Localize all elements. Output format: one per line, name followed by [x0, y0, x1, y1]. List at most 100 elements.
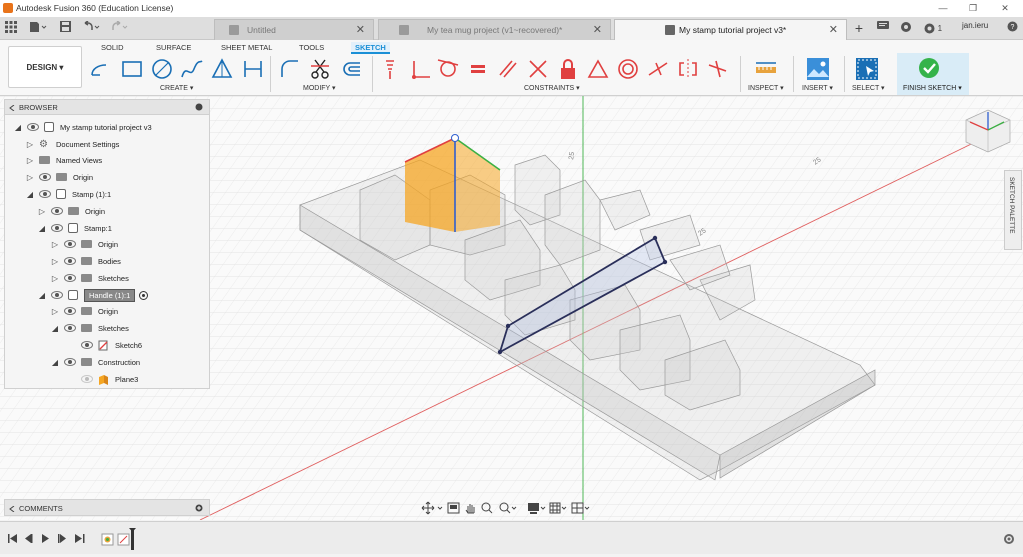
visibility-eye-icon[interactable]: [39, 190, 51, 198]
collapsed-icon[interactable]: ▷: [38, 207, 46, 216]
equal-icon[interactable]: [466, 57, 490, 81]
refresh-icon[interactable]: [899, 21, 913, 36]
select-icon[interactable]: [855, 57, 879, 81]
line-icon[interactable]: [89, 57, 113, 81]
constraints-menu[interactable]: CONSTRAINTS ▾: [524, 84, 580, 92]
expanded-icon[interactable]: ◢: [51, 358, 59, 367]
sketch-palette-tab[interactable]: SKETCH PALETTE: [1004, 170, 1022, 250]
step-back-icon[interactable]: [25, 534, 33, 543]
collapsed-icon[interactable]: ▷: [26, 140, 34, 149]
tree-item-origin[interactable]: ▷ Origin: [38, 203, 105, 219]
user-name[interactable]: jan.ieru: [962, 21, 988, 30]
tree-item-construction[interactable]: ◢ Construction: [51, 354, 140, 370]
expanded-icon[interactable]: ◢: [14, 123, 22, 132]
polygon-icon[interactable]: [210, 57, 234, 81]
tab-surface[interactable]: SURFACE: [156, 42, 191, 54]
minimize-button[interactable]: —: [928, 1, 958, 15]
notifications-icon[interactable]: 1: [922, 21, 944, 36]
tree-item-sketch6[interactable]: Sketch6: [76, 337, 142, 353]
tab-stamp-tutorial[interactable]: My stamp tutorial project v3* ✕: [614, 19, 847, 40]
new-tab-icon[interactable]: +: [852, 21, 866, 36]
visibility-eye-icon[interactable]: [51, 224, 63, 232]
triangle-constraint-icon[interactable]: [586, 57, 610, 81]
tree-item-sketches[interactable]: ▷ Sketches: [51, 270, 129, 286]
finish-sketch-button[interactable]: FINISH SKETCH ▾: [897, 53, 969, 95]
display-settings-icon[interactable]: [528, 503, 539, 514]
redo-icon[interactable]: [110, 20, 130, 36]
undo-icon[interactable]: [82, 20, 102, 36]
parallel-icon[interactable]: [496, 57, 520, 81]
tree-item-document-settings[interactable]: ▷ ⚙ Document Settings: [26, 136, 119, 152]
save-icon[interactable]: [58, 21, 72, 36]
trim-icon[interactable]: [308, 57, 332, 81]
grid-settings-icon[interactable]: [549, 502, 561, 514]
visibility-eye-icon[interactable]: [64, 274, 76, 282]
tab-tea-mug[interactable]: My tea mug project (v1~recovered)* ✕: [378, 19, 611, 40]
tree-item-bodies[interactable]: ▷ Bodies: [51, 253, 121, 269]
close-tab-icon[interactable]: ✕: [829, 23, 838, 36]
visibility-eye-icon[interactable]: [64, 358, 76, 366]
measure-icon[interactable]: [754, 57, 778, 81]
tangent-icon[interactable]: [436, 57, 460, 81]
visibility-eye-icon[interactable]: [64, 324, 76, 332]
tree-item-handle-component[interactable]: ◢ Handle (1):1: [38, 287, 149, 303]
spline-icon[interactable]: [180, 57, 204, 81]
collapsed-icon[interactable]: ▷: [51, 257, 59, 266]
help-icon[interactable]: ?: [1006, 21, 1018, 36]
tree-item-origin[interactable]: ▷ Origin: [51, 303, 118, 319]
visibility-eye-icon[interactable]: [51, 207, 63, 215]
perpendicular-icon[interactable]: [526, 57, 550, 81]
tree-item-named-views[interactable]: ▷ Named Views: [26, 152, 102, 168]
go-to-end-icon[interactable]: [75, 534, 85, 543]
collapsed-icon[interactable]: ▷: [51, 240, 59, 249]
viewports-icon[interactable]: [571, 502, 584, 514]
visibility-eye-icon[interactable]: [64, 307, 76, 315]
tree-item-stamp-component[interactable]: ◢ Stamp (1):1: [26, 186, 111, 202]
timeline-marker-icon[interactable]: [129, 528, 136, 550]
visibility-eye-icon[interactable]: [64, 257, 76, 265]
zoom-window-icon[interactable]: [499, 502, 511, 514]
look-at-icon[interactable]: [447, 502, 460, 514]
insert-menu[interactable]: INSERT ▾: [802, 84, 833, 92]
close-window-button[interactable]: ✕: [990, 1, 1020, 15]
step-forward-icon[interactable]: [58, 534, 66, 543]
pan-icon[interactable]: [465, 504, 475, 514]
maximize-button[interactable]: ❐: [958, 1, 988, 15]
timeline-settings-icon[interactable]: [1004, 534, 1014, 544]
collapsed-icon[interactable]: ▷: [26, 173, 34, 182]
zoom-icon[interactable]: [481, 502, 493, 514]
symmetry-icon[interactable]: [676, 57, 700, 81]
tree-item-sketches[interactable]: ◢ Sketches: [51, 320, 129, 336]
visibility-eye-icon[interactable]: [51, 291, 63, 299]
collapse-left-icon[interactable]: [9, 105, 15, 111]
expanded-icon[interactable]: ◢: [38, 291, 46, 300]
coincident-icon[interactable]: [408, 57, 432, 81]
tab-sketch[interactable]: SKETCH: [351, 42, 390, 54]
visibility-eye-icon[interactable]: [39, 173, 51, 181]
rectangle-icon[interactable]: [120, 57, 144, 81]
visibility-eye-icon[interactable]: [64, 240, 76, 248]
select-menu[interactable]: SELECT ▾: [852, 84, 885, 92]
active-component-radio-icon[interactable]: [139, 290, 149, 300]
job-status-icon[interactable]: [876, 21, 890, 36]
tab-solid[interactable]: SOLID: [101, 42, 124, 54]
fillet-icon[interactable]: [278, 57, 302, 81]
tab-tools[interactable]: TOOLS: [299, 42, 324, 54]
tree-item-plane3[interactable]: Plane3: [76, 371, 138, 387]
expanded-icon[interactable]: ◢: [51, 324, 59, 333]
close-tab-icon[interactable]: ✕: [356, 23, 365, 36]
go-to-start-icon[interactable]: [8, 534, 17, 543]
tree-item-origin[interactable]: ▷ Origin: [26, 169, 93, 185]
close-tab-icon[interactable]: ✕: [593, 23, 602, 36]
collapsed-icon[interactable]: ▷: [51, 274, 59, 283]
browser-header[interactable]: BROWSER: [5, 100, 209, 115]
circle-icon[interactable]: [150, 57, 174, 81]
comments-panel[interactable]: COMMENTS: [4, 499, 210, 516]
tab-untitled[interactable]: Untitled ✕: [214, 19, 374, 40]
collapsed-icon[interactable]: ▷: [51, 307, 59, 316]
file-menu-icon[interactable]: [28, 21, 48, 36]
offset-icon[interactable]: [340, 57, 364, 81]
dimension-icon[interactable]: [241, 57, 265, 81]
panel-options-icon[interactable]: [195, 103, 203, 111]
collapsed-icon[interactable]: ▷: [26, 156, 34, 165]
